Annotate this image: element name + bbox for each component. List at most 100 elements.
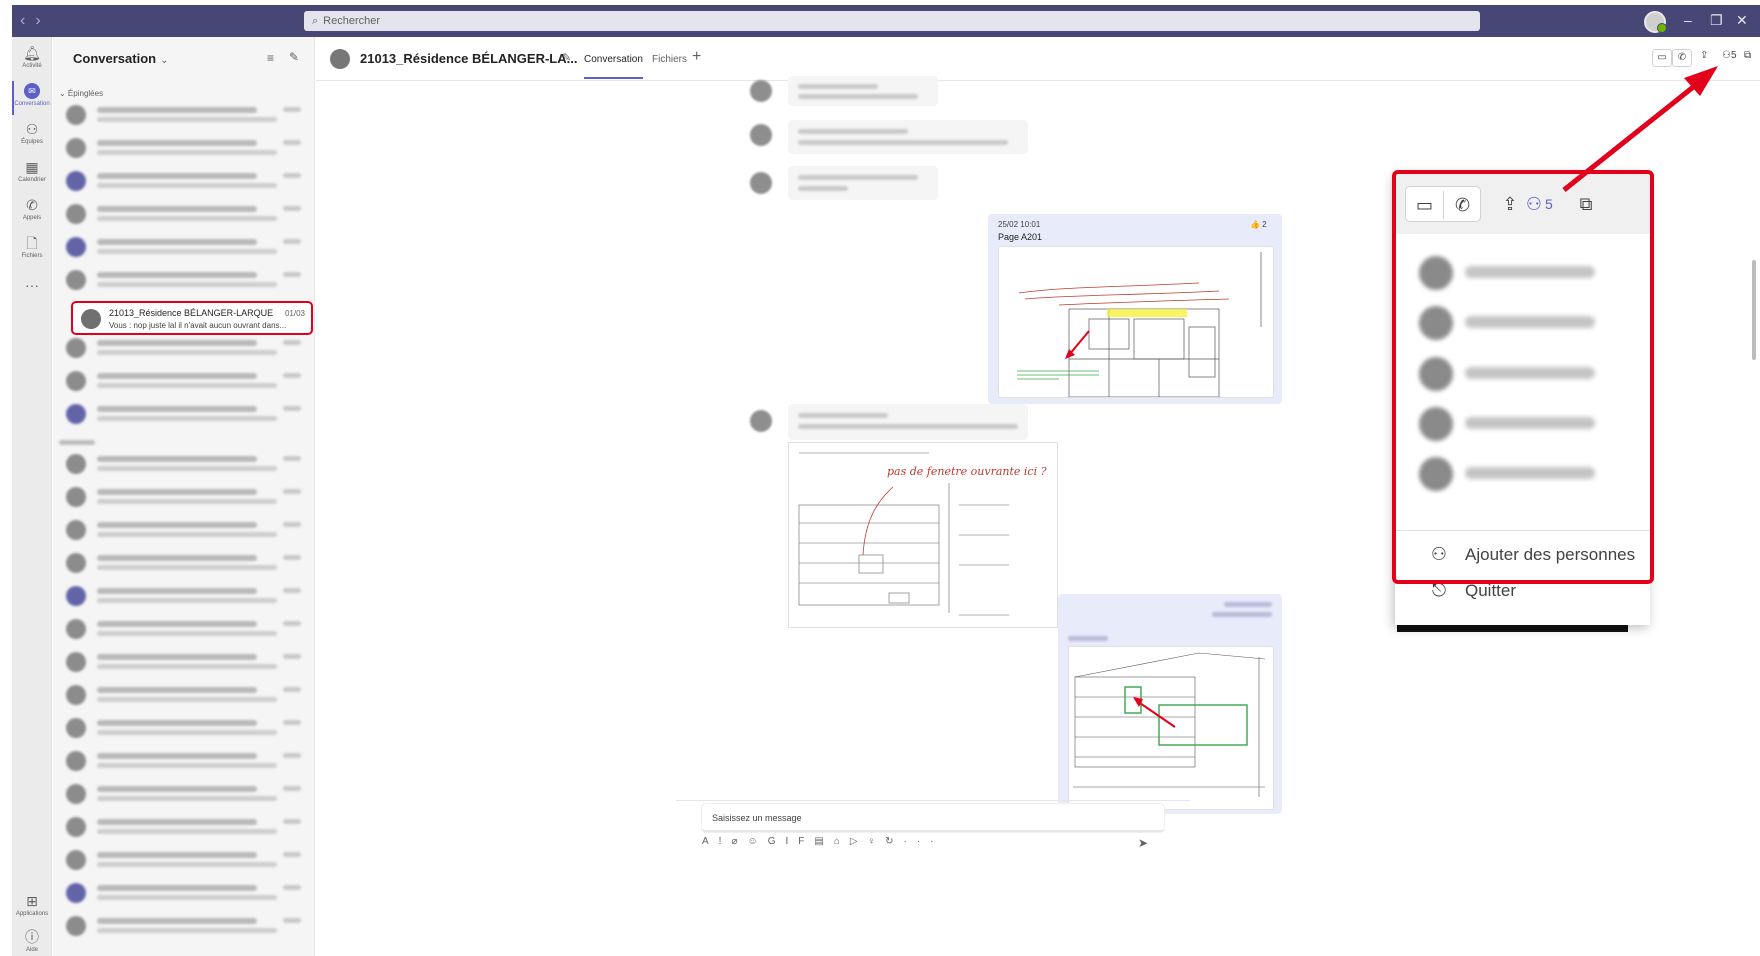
appbar-apps[interactable]: ⊞ Applications xyxy=(12,893,52,917)
add-people-menu-item[interactable]: ⚇ Ajouter des personnes xyxy=(1425,544,1635,565)
floor-plan-image[interactable] xyxy=(998,246,1274,398)
filter-icon[interactable]: ≡ xyxy=(267,51,274,65)
chat-list-item[interactable] xyxy=(57,812,311,844)
reaction-badge[interactable]: 👍 2 xyxy=(1250,220,1267,229)
important-icon[interactable]: ! xyxy=(719,836,732,847)
share-screen-icon[interactable]: ⇪ xyxy=(1495,186,1525,222)
message-input[interactable]: Saisissez un message xyxy=(702,804,1164,832)
chat-list-item[interactable] xyxy=(57,399,311,431)
participant-item[interactable] xyxy=(1415,248,1625,298)
gif-icon[interactable]: GIF xyxy=(768,836,815,847)
format-icon[interactable]: A xyxy=(702,836,719,847)
scrollbar[interactable] xyxy=(1752,260,1756,360)
chat-title[interactable]: 21013_Résidence BÉLANGER-LA... xyxy=(360,51,577,66)
blurred-text xyxy=(283,753,301,758)
chat-list-item-selected[interactable]: 21013_Résidence BÉLANGER-LARQUE... 01/03… xyxy=(71,301,313,335)
chat-list-item[interactable] xyxy=(57,911,311,943)
message-bubble[interactable] xyxy=(788,120,1028,154)
appbar-teams[interactable]: ⚇ Équipes xyxy=(12,121,52,145)
chat-list-item[interactable] xyxy=(57,713,311,745)
appbar-chat[interactable]: ✉︎ Conversation xyxy=(12,81,52,115)
message-bubble[interactable] xyxy=(788,404,1028,440)
participant-count-large[interactable]: 5 xyxy=(1545,186,1553,222)
video-call-button[interactable]: ▭ xyxy=(1652,49,1672,67)
elevation-drawing-image[interactable]: pas de fenetre ouvrante ici ? xyxy=(788,442,1058,628)
participant-item[interactable] xyxy=(1415,298,1625,348)
close-button[interactable]: ✕ xyxy=(1736,12,1748,29)
appbar-activity[interactable]: 🔔︎ Activité xyxy=(12,45,52,69)
chevron-left-icon[interactable]: ‹ xyxy=(20,12,35,29)
attach-icon[interactable]: ⌀ xyxy=(731,836,747,847)
blurred-text xyxy=(97,621,257,627)
sticker-icon[interactable]: ▤ xyxy=(814,836,833,847)
more-options-icon[interactable]: ··· xyxy=(903,836,943,847)
appbar-files[interactable]: 🗋︎ Fichiers xyxy=(12,235,52,259)
leave-menu-item[interactable]: ⎋ Quitter xyxy=(1425,580,1516,601)
video-camera-icon[interactable]: ▭ xyxy=(1406,187,1443,223)
tab-files[interactable]: Fichiers xyxy=(652,54,687,65)
audio-call-button[interactable]: ✆ xyxy=(1672,49,1692,67)
chat-list-item[interactable] xyxy=(57,647,311,679)
chat-list-item[interactable] xyxy=(57,166,311,198)
praise-icon[interactable]: ♀ xyxy=(868,836,886,847)
pop-out-icon[interactable]: ⧉ xyxy=(1744,50,1751,61)
chat-list-item[interactable] xyxy=(57,265,311,297)
chat-list-item[interactable] xyxy=(57,482,311,514)
phone-icon[interactable]: ✆ xyxy=(1444,187,1481,223)
pencil-icon[interactable]: ✎ xyxy=(562,51,571,64)
participant-item[interactable] xyxy=(1415,349,1625,399)
search-icon: ⌕ xyxy=(312,14,319,27)
pop-out-icon[interactable]: ⧉ xyxy=(1571,186,1601,222)
send-icon[interactable]: ➤ xyxy=(1138,836,1148,850)
chat-list-item[interactable] xyxy=(57,100,311,132)
send-later-icon[interactable]: ▷ xyxy=(850,836,868,847)
maximize-button[interactable]: ❐ xyxy=(1710,12,1723,29)
chat-list-item[interactable] xyxy=(57,746,311,778)
chat-list-item[interactable] xyxy=(57,199,311,231)
chevron-right-icon[interactable]: › xyxy=(35,12,50,29)
loop-icon[interactable]: ↻ xyxy=(885,836,903,847)
avatar xyxy=(66,138,86,158)
chat-list-item[interactable] xyxy=(57,449,311,481)
tab-conversation[interactable]: Conversation xyxy=(584,54,643,79)
chat-list-item[interactable] xyxy=(57,548,311,580)
pinned-section-label[interactable]: ⌄ Épinglées xyxy=(59,89,103,98)
chat-list-item[interactable] xyxy=(57,779,311,811)
chat-list-item[interactable] xyxy=(57,845,311,877)
message-bubble[interactable] xyxy=(788,166,938,200)
meet-icon[interactable]: ⌂ xyxy=(834,836,850,847)
chat-list-item[interactable] xyxy=(57,333,311,365)
appbar-calls[interactable]: ✆ Appels xyxy=(12,197,52,221)
chat-list-title[interactable]: Conversation ⌄ xyxy=(73,51,168,66)
chat-list-item[interactable] xyxy=(57,680,311,712)
chat-list-item[interactable] xyxy=(57,366,311,398)
participant-item[interactable] xyxy=(1415,449,1625,499)
chat-list-item[interactable] xyxy=(57,515,311,547)
chat-list-item[interactable] xyxy=(57,581,311,613)
history-nav: ‹› xyxy=(20,12,51,30)
recent-section-label[interactable] xyxy=(59,438,95,447)
message-bubble[interactable] xyxy=(788,76,938,106)
message-bubble-own[interactable]: 25/02 10:01 👍 2 Page A201 xyxy=(988,214,1282,404)
chat-list-pane: Conversation ⌄ ≡ ✎ ⌄ Épinglées xyxy=(53,37,315,956)
emoji-icon[interactable]: ☺ xyxy=(747,836,767,847)
participant-item[interactable] xyxy=(1415,399,1625,449)
appbar-calendar[interactable]: ▦ Calendrier xyxy=(12,159,52,183)
search-input[interactable]: ⌕ Rechercher xyxy=(304,11,1480,31)
add-tab-button[interactable]: + xyxy=(692,48,701,66)
chat-list-item[interactable] xyxy=(57,878,311,910)
share-screen-icon[interactable]: ⇪ xyxy=(1700,50,1708,61)
new-chat-icon[interactable]: ✎ xyxy=(289,50,299,64)
people-icon[interactable]: ⚇ xyxy=(1523,186,1545,222)
chat-list-item[interactable] xyxy=(57,133,311,165)
message-bubble-own[interactable] xyxy=(1058,594,1282,814)
blurred-text xyxy=(97,150,277,155)
profile-avatar[interactable] xyxy=(1644,11,1667,33)
section-drawing-image[interactable] xyxy=(1068,646,1274,810)
chat-list-item[interactable] xyxy=(57,232,311,264)
appbar-help[interactable]: ⓘ Aide xyxy=(12,929,52,953)
minimize-button[interactable]: – xyxy=(1684,12,1692,28)
chat-list-item[interactable] xyxy=(57,614,311,646)
appbar-more[interactable]: ··· xyxy=(12,277,52,293)
participants-button[interactable]: ⚇5 xyxy=(1722,50,1737,61)
